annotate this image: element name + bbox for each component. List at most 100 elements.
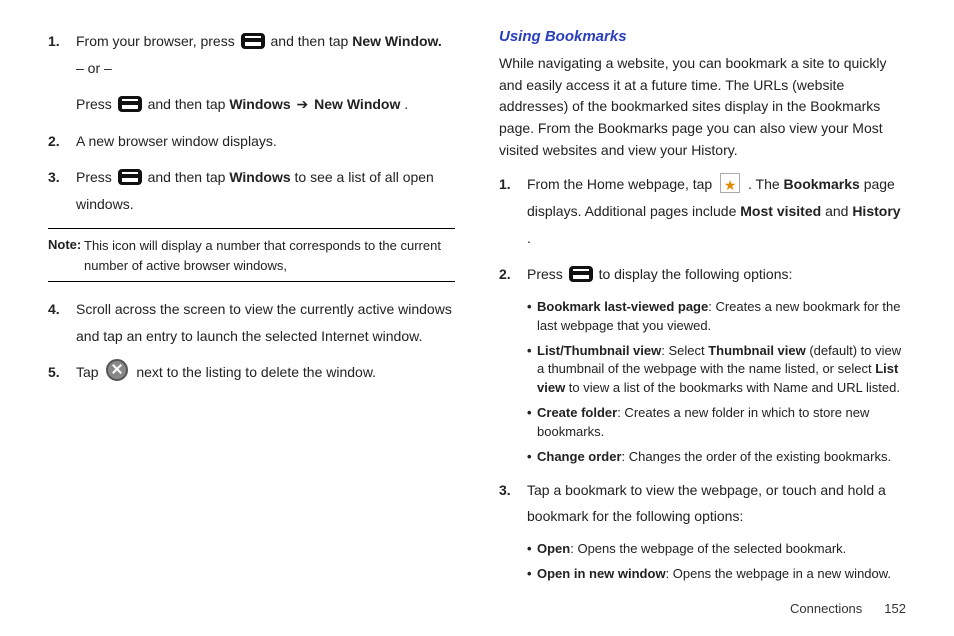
menu-icon (241, 33, 265, 49)
bold: New Window (314, 96, 400, 112)
text: From your browser, press (76, 33, 239, 49)
bold: List/Thumbnail view (537, 343, 661, 358)
step-number: 2. (499, 261, 527, 288)
list-item: • Change order: Changes the order of the… (527, 448, 906, 467)
text: to view a list of the bookmarks with Nam… (565, 380, 900, 395)
list-item: • Bookmark last-viewed page: Creates a n… (527, 298, 906, 336)
text: and then tap (148, 96, 230, 112)
menu-icon (569, 266, 593, 282)
step-body: From the Home webpage, tap . The Bookmar… (527, 171, 906, 251)
right-step-1: 1. From the Home webpage, tap . The Book… (499, 171, 906, 251)
left-step-5: 5. Tap next to the listing to delete the… (48, 359, 455, 386)
bold: New Window. (352, 33, 442, 49)
bold: Bookmarks (784, 176, 860, 192)
arrow: ➔ (297, 96, 313, 112)
page-footer: Connections 152 (790, 601, 906, 616)
subheading-using-bookmarks: Using Bookmarks (499, 28, 906, 45)
close-icon (106, 359, 128, 381)
bold: Thumbnail view (708, 343, 806, 358)
footer-page-number: 152 (884, 601, 906, 616)
bold: Open (537, 541, 570, 556)
step-body: From your browser, press and then tap Ne… (76, 28, 455, 118)
list-item: • List/Thumbnail view: Select Thumbnail … (527, 342, 906, 399)
bold: Windows (229, 96, 290, 112)
text: next to the listing to delete the window… (136, 364, 376, 380)
left-step-4: 4. Scroll across the screen to view the … (48, 296, 455, 349)
text: : Select (661, 343, 708, 358)
left-column: 1. From your browser, press and then tap… (48, 28, 455, 593)
step-number: 4. (48, 296, 76, 349)
bullet-dot: • (527, 342, 537, 399)
bullet-text: Create folder: Creates a new folder in w… (537, 404, 906, 442)
bullet-dot: • (527, 540, 537, 559)
bullet-dot: • (527, 448, 537, 467)
text: : Opens the webpage in a new window. (666, 566, 891, 581)
bookmark-star-icon (720, 173, 740, 193)
text: . The (748, 176, 784, 192)
text: Press (76, 169, 116, 185)
list-item: • Open in new window: Opens the webpage … (527, 565, 906, 584)
list-item: • Open: Opens the webpage of the selecte… (527, 540, 906, 559)
intro-paragraph: While navigating a website, you can book… (499, 53, 906, 161)
text: : Changes the order of the existing book… (622, 449, 892, 464)
step-number: 1. (48, 28, 76, 118)
bullet-list: • Bookmark last-viewed page: Creates a n… (527, 298, 906, 467)
left-steps: 1. From your browser, press and then tap… (48, 28, 455, 218)
bullet-text: Open: Opens the webpage of the selected … (537, 540, 906, 559)
text: and then tap (271, 33, 353, 49)
bold: Create folder (537, 405, 617, 420)
step2-options: • Bookmark last-viewed page: Creates a n… (527, 298, 906, 467)
left-steps-cont: 4. Scroll across the screen to view the … (48, 296, 455, 386)
right-step-2: 2. Press to display the following option… (499, 261, 906, 288)
step-number: 3. (499, 477, 527, 530)
footer-section: Connections (790, 601, 862, 616)
bold: Open in new window (537, 566, 666, 581)
text: and (825, 203, 852, 219)
bullet-dot: • (527, 565, 537, 584)
bullet-dot: • (527, 404, 537, 442)
left-step-2: 2. A new browser window displays. (48, 128, 455, 155)
left-step-1: 1. From your browser, press and then tap… (48, 28, 455, 118)
step-number: 1. (499, 171, 527, 251)
step-body: Tap next to the listing to delete the wi… (76, 359, 455, 386)
step-number: 2. (48, 128, 76, 155)
bullet-list: • Open: Opens the webpage of the selecte… (527, 540, 906, 584)
or-line: – or – (76, 55, 455, 82)
text: : Opens the webpage of the selected book… (570, 541, 846, 556)
menu-icon (118, 96, 142, 112)
note-box: Note: This icon will display a number th… (48, 228, 455, 283)
bullet-text: Change order: Changes the order of the e… (537, 448, 906, 467)
right-column: Using Bookmarks While navigating a websi… (499, 28, 906, 593)
bullet-text: List/Thumbnail view: Select Thumbnail vi… (537, 342, 906, 399)
bold: Windows (229, 169, 290, 185)
text: Press (527, 266, 567, 282)
bullet-text: Open in new window: Opens the webpage in… (537, 565, 906, 584)
step-body: Tap a bookmark to view the webpage, or t… (527, 477, 906, 530)
text: Tap (76, 364, 102, 380)
note-body: This icon will display a number that cor… (84, 236, 455, 275)
text: Press (76, 96, 116, 112)
text: . (527, 230, 531, 246)
page-body: 1. From your browser, press and then tap… (48, 28, 906, 593)
step-body: A new browser window displays. (76, 128, 455, 155)
text: From the Home webpage, tap (527, 176, 716, 192)
note-label: Note: (48, 237, 81, 252)
right-steps: 1. From the Home webpage, tap . The Book… (499, 171, 906, 583)
step-body: Scroll across the screen to view the cur… (76, 296, 455, 349)
bold: Change order (537, 449, 622, 464)
step-number: 5. (48, 359, 76, 386)
right-step-3: 3. Tap a bookmark to view the webpage, o… (499, 477, 906, 530)
step-body: Press and then tap Windows to see a list… (76, 164, 455, 217)
step-body: Press to display the following options: (527, 261, 906, 288)
bold: History (852, 203, 900, 219)
text: . (404, 96, 408, 112)
step-number: 3. (48, 164, 76, 217)
text: to display the following options: (599, 266, 793, 282)
bullet-text: Bookmark last-viewed page: Creates a new… (537, 298, 906, 336)
left-step-3: 3. Press and then tap Windows to see a l… (48, 164, 455, 217)
bold: Most visited (740, 203, 821, 219)
bullet-dot: • (527, 298, 537, 336)
step3-options: • Open: Opens the webpage of the selecte… (527, 540, 906, 584)
menu-icon (118, 169, 142, 185)
list-item: • Create folder: Creates a new folder in… (527, 404, 906, 442)
